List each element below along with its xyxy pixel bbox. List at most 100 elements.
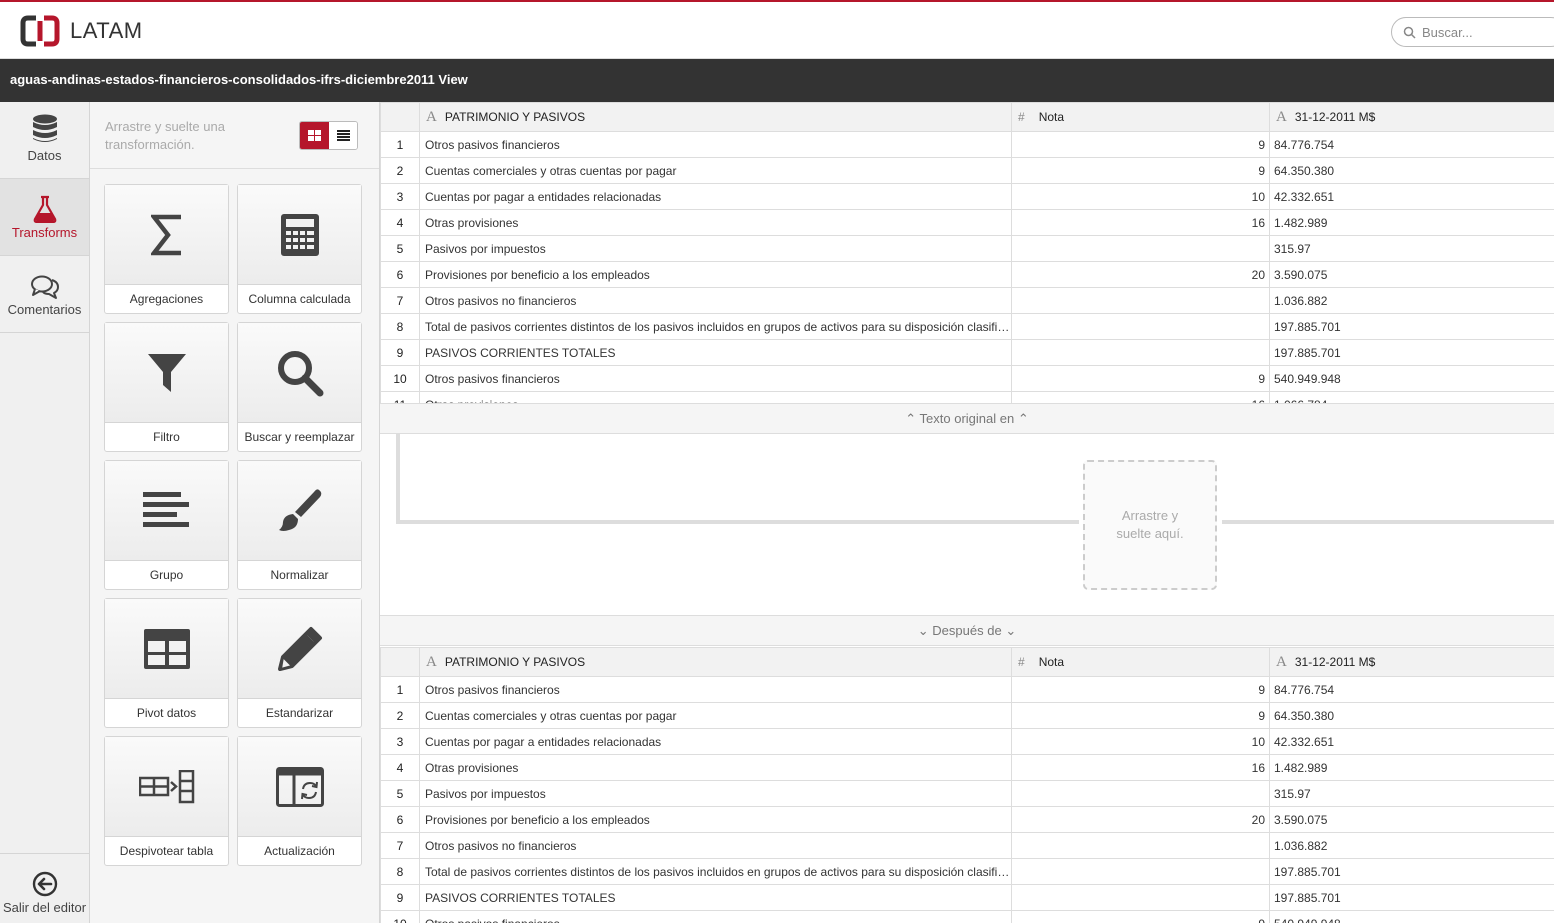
row-index[interactable]: 1 bbox=[380, 131, 420, 158]
table-row[interactable]: 1 Otros pasivos financieros 9 84.776.754 bbox=[380, 131, 1554, 158]
column-header[interactable]: A PATRIMONIO Y PASIVOS bbox=[419, 647, 1012, 677]
row-index[interactable]: 5 bbox=[380, 780, 420, 807]
cell-nota[interactable]: 16 bbox=[1011, 209, 1270, 236]
grid-view-button[interactable] bbox=[300, 122, 329, 149]
cell-patrimonio[interactable]: Otros pasivos no financieros bbox=[419, 832, 1012, 859]
exit-editor-button[interactable]: Salir del editor bbox=[0, 853, 89, 923]
table-row[interactable]: 9 PASIVOS CORRIENTES TOTALES 197.885.701 bbox=[380, 339, 1554, 366]
search-box[interactable] bbox=[1391, 17, 1554, 47]
cell-patrimonio[interactable]: Otros pasivos financieros bbox=[419, 131, 1012, 158]
row-index[interactable]: 2 bbox=[380, 157, 420, 184]
cell-value[interactable]: 64.350.380 bbox=[1269, 702, 1554, 729]
column-header[interactable]: # Nota bbox=[1011, 102, 1270, 132]
table-row[interactable]: 7 Otros pasivos no financieros 1.036.882 bbox=[380, 287, 1554, 314]
cell-nota[interactable] bbox=[1011, 313, 1270, 340]
transform-normalizar[interactable]: Normalizar bbox=[237, 460, 362, 590]
cell-nota[interactable]: 10 bbox=[1011, 728, 1270, 755]
cell-nota[interactable] bbox=[1011, 884, 1270, 911]
cell-patrimonio[interactable]: Otras provisiones bbox=[419, 209, 1012, 236]
cell-patrimonio[interactable]: Pasivos por impuestos bbox=[419, 235, 1012, 262]
transform-columna-calculada[interactable]: Columna calculada bbox=[237, 184, 362, 314]
cell-value[interactable]: 315.97 bbox=[1269, 780, 1554, 807]
cell-patrimonio[interactable]: Otros pasivos financieros bbox=[419, 676, 1012, 703]
row-index[interactable]: 4 bbox=[380, 209, 420, 236]
table-row[interactable]: 5 Pasivos por impuestos 315.97 bbox=[380, 780, 1554, 807]
cell-value[interactable]: 1.482.989 bbox=[1269, 754, 1554, 781]
cell-nota[interactable]: 9 bbox=[1011, 702, 1270, 729]
cell-value[interactable]: 540.949.948 bbox=[1269, 910, 1554, 923]
cell-value[interactable]: 197.885.701 bbox=[1269, 339, 1554, 366]
original-text-section-bar[interactable]: ⌃ Texto original en ⌃ bbox=[380, 403, 1554, 434]
cell-nota[interactable] bbox=[1011, 235, 1270, 262]
table-row[interactable]: 2 Cuentas comerciales y otras cuentas por… bbox=[380, 702, 1554, 729]
table-row[interactable]: 10Otros pasivos financieros9540.949.948 bbox=[380, 910, 1554, 923]
table-row[interactable]: 8 Total de pasivos corrientes distintos d… bbox=[380, 858, 1554, 885]
row-index[interactable]: 6 bbox=[380, 806, 420, 833]
cell-nota[interactable]: 9 bbox=[1011, 676, 1270, 703]
cell-patrimonio[interactable]: Otros pasivos financieros bbox=[419, 365, 1012, 392]
column-header[interactable]: A 31-12-2011 M$ bbox=[1269, 647, 1554, 677]
table-row[interactable]: 3 Cuentas por pagar a entidades relaciona… bbox=[380, 183, 1554, 210]
cell-patrimonio[interactable]: Cuentas por pagar a entidades relacionad… bbox=[419, 183, 1012, 210]
cell-patrimonio[interactable]: Provisiones por beneficio a los empleado… bbox=[419, 261, 1012, 288]
row-index[interactable]: 5 bbox=[380, 235, 420, 262]
cell-value[interactable]: 3.590.075 bbox=[1269, 261, 1554, 288]
row-index[interactable]: 1 bbox=[380, 676, 420, 703]
table-row[interactable]: 7 Otros pasivos no financieros 1.036.882 bbox=[380, 832, 1554, 859]
transform-actualizacion[interactable]: Actualización bbox=[237, 736, 362, 866]
cell-patrimonio[interactable]: Total de pasivos corrientes distintos de… bbox=[419, 313, 1012, 340]
cell-patrimonio[interactable]: PASIVOS CORRIENTES TOTALES bbox=[419, 884, 1012, 911]
column-header[interactable]: # Nota bbox=[1011, 647, 1270, 677]
cell-value[interactable]: 1.482.989 bbox=[1269, 209, 1554, 236]
cell-nota[interactable]: 9 bbox=[1011, 910, 1270, 923]
cell-nota[interactable]: 9 bbox=[1011, 131, 1270, 158]
cell-patrimonio[interactable]: Otros pasivos no financieros bbox=[419, 287, 1012, 314]
cell-value[interactable]: 3.590.075 bbox=[1269, 806, 1554, 833]
cell-patrimonio[interactable]: Cuentas por pagar a entidades relacionad… bbox=[419, 728, 1012, 755]
cell-value[interactable]: 540.949.948 bbox=[1269, 365, 1554, 392]
table-row[interactable]: 11Otras provisiones161.066.784 bbox=[380, 391, 1554, 403]
row-index[interactable]: 7 bbox=[380, 287, 420, 314]
cell-value[interactable]: 42.332.651 bbox=[1269, 728, 1554, 755]
cell-nota[interactable] bbox=[1011, 780, 1270, 807]
search-input[interactable] bbox=[1422, 23, 1552, 41]
cell-value[interactable]: 1.066.784 bbox=[1269, 391, 1554, 403]
cell-patrimonio[interactable]: PASIVOS CORRIENTES TOTALES bbox=[419, 339, 1012, 366]
table-row[interactable]: 2 Cuentas comerciales y otras cuentas por… bbox=[380, 157, 1554, 184]
cell-value[interactable]: 1.036.882 bbox=[1269, 287, 1554, 314]
table-row[interactable]: 3 Cuentas por pagar a entidades relaciona… bbox=[380, 728, 1554, 755]
cell-patrimonio[interactable]: Cuentas comerciales y otras cuentas por … bbox=[419, 157, 1012, 184]
transform-agregaciones[interactable]: Agregaciones bbox=[104, 184, 229, 314]
cell-nota[interactable] bbox=[1011, 287, 1270, 314]
transform-estandarizar[interactable]: Estandarizar bbox=[237, 598, 362, 728]
transform-filtro[interactable]: Filtro bbox=[104, 322, 229, 452]
cell-value[interactable]: 64.350.380 bbox=[1269, 157, 1554, 184]
row-index[interactable]: 3 bbox=[380, 183, 420, 210]
cell-value[interactable]: 197.885.701 bbox=[1269, 313, 1554, 340]
row-index[interactable]: 8 bbox=[380, 858, 420, 885]
table-row[interactable]: 9 PASIVOS CORRIENTES TOTALES 197.885.701 bbox=[380, 884, 1554, 911]
cell-patrimonio[interactable]: Cuentas comerciales y otras cuentas por … bbox=[419, 702, 1012, 729]
table-row[interactable]: 6 Provisiones por beneficio a los emplead… bbox=[380, 261, 1554, 288]
cell-nota[interactable]: 20 bbox=[1011, 261, 1270, 288]
transform-pivot-datos[interactable]: Pivot datos bbox=[104, 598, 229, 728]
table-row[interactable]: 10Otros pasivos financieros9540.949.948 bbox=[380, 365, 1554, 392]
cell-nota[interactable]: 10 bbox=[1011, 183, 1270, 210]
transform-buscar-reemplazar[interactable]: Buscar y reemplazar bbox=[237, 322, 362, 452]
cell-value[interactable]: 1.036.882 bbox=[1269, 832, 1554, 859]
cell-patrimonio[interactable]: Otras provisiones bbox=[419, 754, 1012, 781]
row-index[interactable]: 9 bbox=[380, 339, 420, 366]
cell-patrimonio[interactable]: Total de pasivos corrientes distintos de… bbox=[419, 858, 1012, 885]
cell-patrimonio[interactable]: Otros pasivos financieros bbox=[419, 910, 1012, 923]
cell-nota[interactable]: 16 bbox=[1011, 391, 1270, 403]
cell-nota[interactable] bbox=[1011, 832, 1270, 859]
row-index[interactable]: 10 bbox=[380, 365, 420, 392]
column-header[interactable]: A 31-12-2011 M$ bbox=[1269, 102, 1554, 132]
cell-value[interactable]: 197.885.701 bbox=[1269, 858, 1554, 885]
table-row[interactable]: 4 Otras provisiones 16 1.482.989 bbox=[380, 209, 1554, 236]
row-index[interactable]: 4 bbox=[380, 754, 420, 781]
cell-nota[interactable]: 9 bbox=[1011, 365, 1270, 392]
table-row[interactable]: 5 Pasivos por impuestos 315.97 bbox=[380, 235, 1554, 262]
cell-nota[interactable]: 9 bbox=[1011, 157, 1270, 184]
table-row[interactable]: 6 Provisiones por beneficio a los emplead… bbox=[380, 806, 1554, 833]
